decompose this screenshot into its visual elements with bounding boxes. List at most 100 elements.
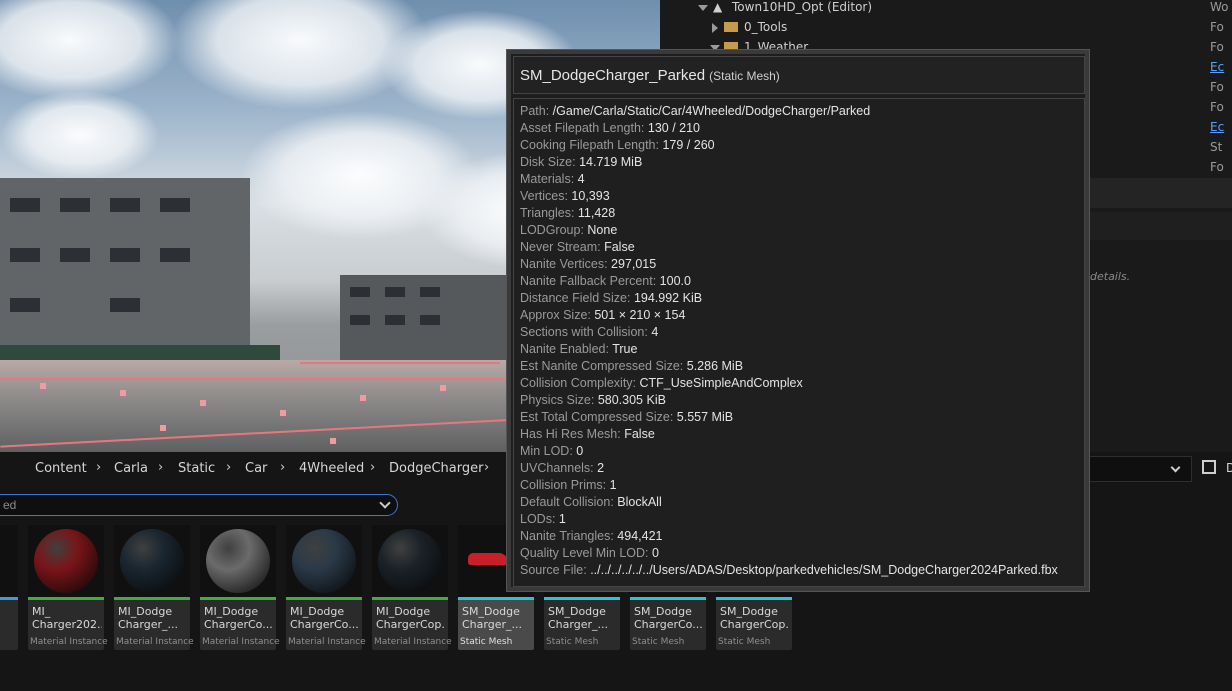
breadcrumb-carla[interactable]: Carla bbox=[114, 461, 148, 476]
asset-name: SM_Dodge Charger_... bbox=[548, 605, 608, 631]
selection-point bbox=[440, 385, 446, 391]
asset-type-bar bbox=[286, 597, 362, 600]
property-key: Source File: bbox=[520, 563, 587, 577]
asset-tile[interactable]: MI_Dodge ChargerCo... Material Instance bbox=[286, 525, 366, 650]
breadcrumb-4wheeled[interactable]: 4Wheeled bbox=[299, 461, 364, 476]
breadcrumb-dodgecharger[interactable]: DodgeCharger bbox=[389, 461, 483, 476]
view-options-icon[interactable] bbox=[1202, 460, 1216, 474]
chevron-down-icon[interactable] bbox=[379, 497, 391, 509]
property-row: Source File: ../../../../../../Users/ADA… bbox=[520, 562, 1058, 579]
property-key: Collision Prims: bbox=[520, 478, 607, 492]
chevron-right-icon[interactable]: › bbox=[370, 460, 375, 475]
chevron-right-icon[interactable]: › bbox=[280, 460, 285, 475]
asset-name: SM_Dodge Charger_... bbox=[462, 605, 522, 631]
property-row: Distance Field Size: 194.992 KiB bbox=[520, 290, 702, 307]
property-row: Disk Size: 14.719 MiB bbox=[520, 154, 642, 171]
asset-name: MI_Dodge ChargerCo... bbox=[290, 605, 359, 631]
breadcrumb-static[interactable]: Static bbox=[178, 461, 215, 476]
property-key: Nanite Enabled: bbox=[520, 342, 609, 356]
asset-type-bar bbox=[0, 597, 18, 600]
property-key: Collision Complexity: bbox=[520, 376, 637, 390]
tooltip-title: SM_DodgeCharger_Parked (Static Mesh) bbox=[520, 67, 780, 84]
material-sphere-icon bbox=[120, 529, 184, 593]
outliner-row-world[interactable]: ▲ Town10HD_Opt (Editor) Wo bbox=[660, 0, 1232, 17]
property-value: BlockAll bbox=[617, 495, 662, 509]
property-value: 5.286 MiB bbox=[686, 359, 744, 373]
car-mesh-icon bbox=[468, 553, 508, 565]
outliner-type: St bbox=[1210, 140, 1223, 154]
material-sphere-icon bbox=[292, 529, 356, 593]
collapse-arrow-icon[interactable] bbox=[698, 5, 708, 11]
asset-name: MI_ Charger202... bbox=[32, 605, 102, 631]
chevron-right-icon[interactable]: › bbox=[226, 460, 231, 475]
asset-thumbnail bbox=[0, 525, 18, 597]
outliner-label: Town10HD_Opt (Editor) bbox=[732, 0, 873, 14]
material-sphere-icon bbox=[206, 529, 270, 593]
property-key: Nanite Fallback Percent: bbox=[520, 274, 657, 288]
asset-type-bar bbox=[716, 597, 792, 600]
property-key: Approx Size: bbox=[520, 308, 591, 322]
asset-tile[interactable]: MI_Dodge ChargerCop... Material Instance bbox=[372, 525, 452, 650]
property-value: 1 bbox=[558, 512, 566, 526]
breadcrumb-car[interactable]: Car bbox=[245, 461, 267, 476]
outliner-label: 0_Tools bbox=[744, 20, 788, 34]
outliner-type-link[interactable]: Ec bbox=[1210, 60, 1224, 74]
property-row: Has Hi Res Mesh: False bbox=[520, 426, 655, 443]
selection-point bbox=[200, 400, 206, 406]
asset-kind: Static Mesh bbox=[460, 637, 513, 647]
property-value: 179 / 260 bbox=[662, 138, 715, 152]
selection-point bbox=[280, 410, 286, 416]
property-row: Nanite Enabled: True bbox=[520, 341, 637, 358]
property-row: Materials: 4 bbox=[520, 171, 585, 188]
path-dropdown[interactable] bbox=[1088, 456, 1192, 482]
selection-point bbox=[330, 438, 336, 444]
asset-kind: Material Instance bbox=[116, 637, 194, 647]
property-row: LODs: 1 bbox=[520, 511, 566, 528]
asset-tile[interactable]: MI_Dodge ChargerCo... Material Instance bbox=[200, 525, 280, 650]
property-row: Approx Size: 501 × 210 × 154 bbox=[520, 307, 685, 324]
property-row: Est Nanite Compressed Size: 5.286 MiB bbox=[520, 358, 743, 375]
property-value: 0 bbox=[652, 546, 659, 560]
outliner-type: Fo bbox=[1210, 40, 1224, 54]
property-value: 1 bbox=[609, 478, 617, 492]
property-row: Est Total Compressed Size: 5.557 MiB bbox=[520, 409, 733, 426]
asset-name: SM_Dodge ChargerCop... bbox=[720, 605, 790, 631]
breadcrumb-content[interactable]: Content bbox=[35, 461, 87, 476]
property-row: Path: /Game/Carla/Static/Car/4Wheeled/Do… bbox=[520, 103, 870, 120]
property-row: UVChannels: 2 bbox=[520, 460, 604, 477]
property-key: Est Total Compressed Size: bbox=[520, 410, 674, 424]
property-row: Sections with Collision: 4 bbox=[520, 324, 658, 341]
asset-tooltip: SM_DodgeCharger_Parked (Static Mesh) Path… bbox=[506, 49, 1090, 592]
property-key: Nanite Triangles: bbox=[520, 529, 614, 543]
property-value: 10,393 bbox=[571, 189, 610, 203]
property-row: Nanite Vertices: 297,015 bbox=[520, 256, 656, 273]
filter-bar[interactable] bbox=[0, 494, 398, 516]
filter-input[interactable] bbox=[3, 497, 363, 513]
property-value: 130 / 210 bbox=[647, 121, 701, 135]
property-row: Collision Prims: 1 bbox=[520, 477, 617, 494]
outliner-row-folder[interactable]: 0_Tools Fo bbox=[660, 17, 1232, 37]
level-icon: ▲ bbox=[713, 0, 723, 14]
building bbox=[340, 275, 520, 365]
asset-type-bar bbox=[458, 597, 534, 600]
chevron-right-icon[interactable]: › bbox=[484, 460, 489, 475]
asset-kind: Static Mesh bbox=[632, 637, 685, 647]
asset-tile[interactable]: MI_Dodge Charger_... Material Instance bbox=[114, 525, 194, 650]
asset-tile[interactable]: MI_ Charger202... Material Instance bbox=[28, 525, 108, 650]
folder-icon bbox=[724, 22, 738, 32]
property-key: Distance Field Size: bbox=[520, 291, 631, 305]
details-tab-label[interactable]: D bbox=[1226, 461, 1232, 475]
asset-thumbnail bbox=[200, 525, 276, 597]
chevron-right-icon[interactable]: › bbox=[96, 460, 101, 475]
chevron-down-icon bbox=[1170, 462, 1181, 473]
selection-point bbox=[40, 383, 46, 389]
asset-thumbnail bbox=[114, 525, 190, 597]
asset-tile[interactable]: s bbox=[0, 525, 18, 650]
outliner-type-link[interactable]: Ec bbox=[1210, 120, 1224, 134]
property-value: 297,015 bbox=[611, 257, 657, 271]
property-value: ../../../../../../Users/ADAS/Desktop/par… bbox=[590, 563, 1058, 577]
chevron-right-icon[interactable]: › bbox=[158, 460, 163, 475]
outliner-type: Fo bbox=[1210, 100, 1224, 114]
expand-arrow-icon[interactable] bbox=[712, 23, 718, 33]
outliner-type: Wo bbox=[1210, 0, 1229, 14]
